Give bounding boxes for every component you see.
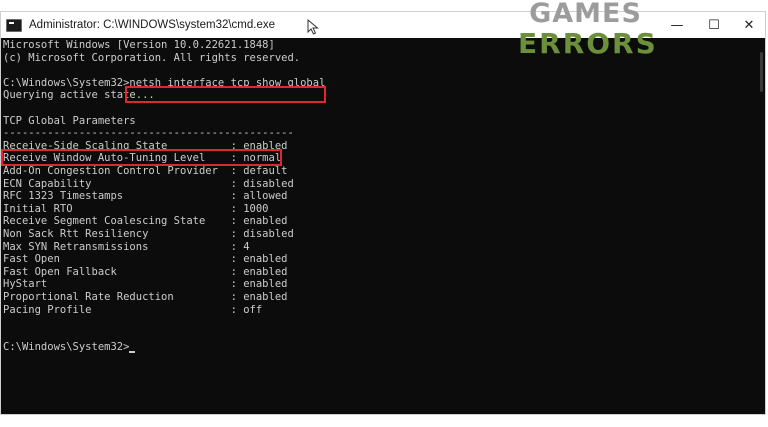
text-cursor: [129, 351, 136, 354]
console-line: Fast Open : enabled: [3, 253, 288, 266]
console-line: Receive Segment Coalescing State : enabl…: [3, 215, 288, 228]
console-line: Microsoft Windows [Version 10.0.22621.18…: [3, 39, 275, 51]
console-line: Add-On Congestion Control Provider : def…: [3, 165, 288, 177]
console-line: TCP Global Parameters: [3, 114, 136, 127]
close-button[interactable]: ✕: [729, 12, 765, 38]
console-line: RFC 1323 Timestamps : allowed: [3, 190, 288, 203]
console-line: Non Sack Rtt Resiliency : disabled: [3, 228, 294, 240]
cmd-app-icon[interactable]: [6, 18, 22, 32]
console-line: (c) Microsoft Corporation. All rights re…: [3, 51, 301, 64]
console-line: HyStart : enabled: [3, 278, 288, 291]
console-line: C:\Windows\System32>: [3, 341, 136, 354]
command-highlight-box: [125, 86, 326, 103]
console-line: Fast Open Fallback : enabled: [3, 265, 288, 278]
console-line: ECN Capability : disabled: [3, 177, 294, 190]
console-line: Proportional Rate Reduction : enabled: [3, 291, 288, 303]
console-line: Initial RTO : 1000: [3, 202, 269, 215]
console-line: Pacing Profile : off: [3, 303, 263, 316]
maximize-button[interactable]: ☐: [694, 12, 734, 38]
autotuning-highlight-box: [1, 149, 282, 166]
console-output[interactable]: Microsoft Windows [Version 10.0.22621.18…: [3, 39, 763, 414]
cmd-window: Administrator: C:\WINDOWS\system32\cmd.e…: [0, 11, 766, 415]
console-line: ----------------------------------------…: [3, 127, 294, 140]
mouse-pointer-icon: [307, 19, 319, 35]
vertical-scrollbar[interactable]: [760, 52, 763, 92]
window-title: Administrator: C:\WINDOWS\system32\cmd.e…: [29, 19, 276, 31]
title-bar[interactable]: Administrator: C:\WINDOWS\system32\cmd.e…: [1, 12, 765, 38]
console-line: Max SYN Retransmissions : 4: [3, 240, 250, 253]
minimize-button[interactable]: —: [657, 12, 697, 38]
